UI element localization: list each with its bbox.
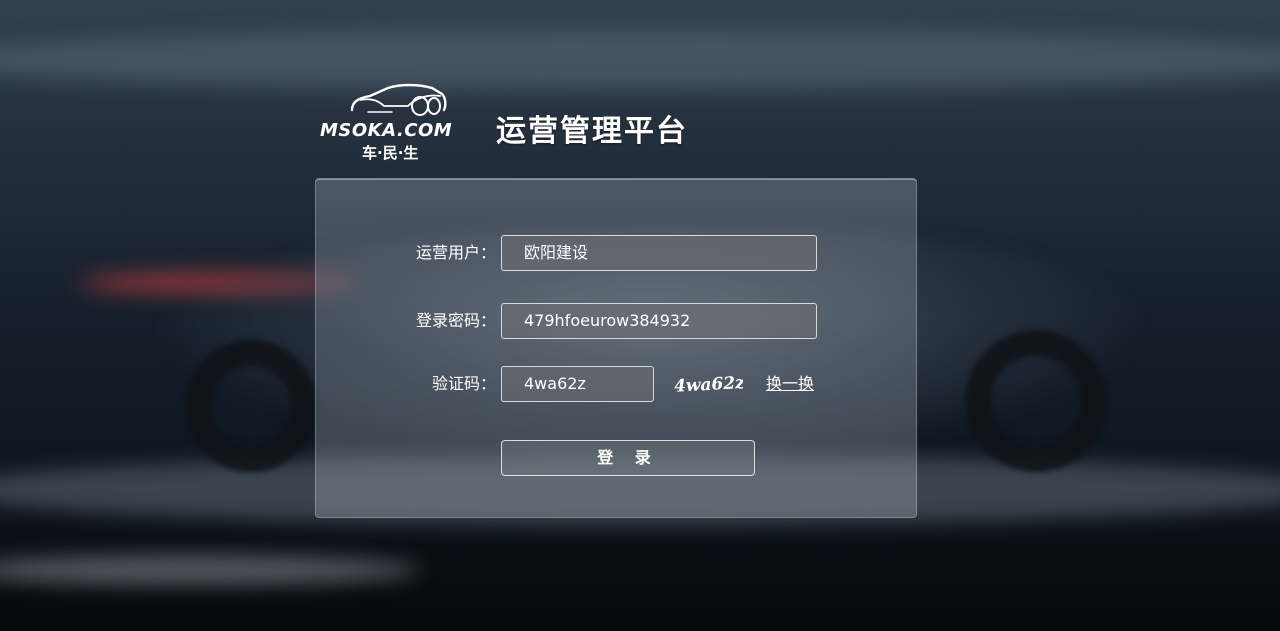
refresh-captcha-link[interactable]: 换一换	[766, 366, 814, 402]
login-button[interactable]: 登 录	[501, 440, 755, 476]
logo-subtitle: 车·民·生	[362, 144, 419, 162]
username-label: 运营用户：	[415, 243, 496, 262]
car-logo-icon	[350, 83, 447, 116]
header: MSOKA.COM 车·民·生 运营管理平台	[318, 78, 918, 168]
blurred-wheel	[965, 330, 1107, 472]
password-label: 登录密码：	[415, 311, 496, 330]
captcha-image[interactable]: 4wa62z	[671, 366, 743, 402]
password-row: 登录密码： 479hfoeurow384932	[316, 303, 918, 339]
captcha-label: 验证码：	[431, 374, 496, 393]
password-input[interactable]: 479hfoeurow384932	[501, 303, 817, 339]
logo: MSOKA.COM 车·民·生	[318, 78, 478, 164]
logo-brand-text: MSOKA.COM	[320, 120, 453, 141]
captcha-input[interactable]: 4wa62z	[501, 366, 654, 402]
page-title: 运营管理平台	[496, 114, 688, 149]
username-input[interactable]: 欧阳建设	[501, 235, 817, 271]
blurred-wheel	[185, 340, 317, 472]
username-row: 运营用户： 欧阳建设	[316, 235, 918, 271]
light-streak	[0, 555, 420, 585]
login-panel: 运营用户： 欧阳建设 登录密码： 479hfoeurow384932 验证码： …	[315, 178, 917, 518]
captcha-row: 验证码： 4wa62z 4wa62z 换一换	[316, 366, 918, 402]
captcha-image-text: 4wa62z	[674, 373, 743, 397]
